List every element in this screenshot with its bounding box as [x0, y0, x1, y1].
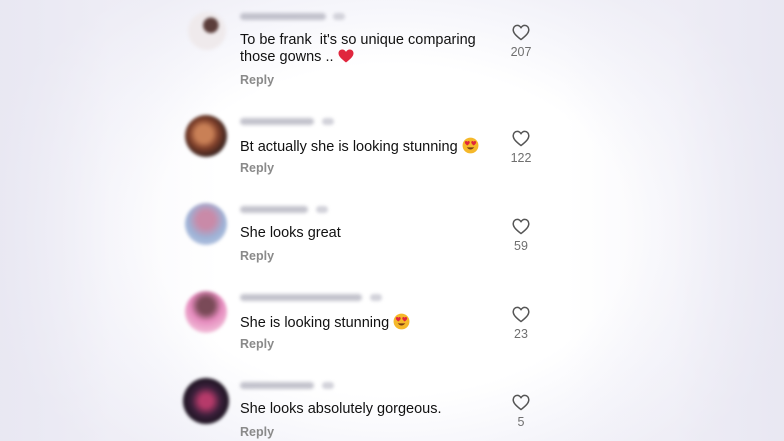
heart-outline-icon[interactable]	[503, 218, 539, 235]
avatar[interactable]	[185, 203, 227, 245]
avatar[interactable]	[185, 115, 227, 157]
heart-outline-icon[interactable]	[503, 306, 539, 323]
reply-button[interactable]: Reply	[240, 161, 274, 175]
timestamp-blurred	[333, 13, 345, 20]
avatar[interactable]	[183, 378, 229, 424]
red-heart-emoji	[338, 49, 354, 63]
like-count: 59	[514, 239, 528, 253]
like-count: 207	[510, 45, 532, 59]
username-blurred[interactable]	[240, 206, 308, 213]
background-vignette	[0, 0, 784, 441]
heart-outline-icon[interactable]	[503, 130, 539, 147]
comment-text: She looks great	[240, 225, 341, 241]
like-control: 207	[503, 24, 539, 59]
heart-outline-icon[interactable]	[503, 394, 539, 411]
comment-text: She looks absolutely gorgeous.	[240, 401, 442, 417]
avatar[interactable]	[188, 12, 226, 50]
like-count: 122	[510, 151, 532, 165]
timestamp-blurred	[370, 294, 382, 301]
timestamp-blurred	[316, 206, 328, 213]
username-blurred[interactable]	[240, 294, 362, 301]
heart-eyes-emoji	[462, 137, 479, 154]
username-blurred[interactable]	[240, 382, 314, 389]
avatar[interactable]	[185, 291, 227, 333]
reply-button[interactable]: Reply	[240, 337, 274, 351]
like-control: 122	[503, 130, 539, 165]
comment-text: She is looking stunning	[240, 313, 500, 332]
reply-button[interactable]: Reply	[240, 425, 274, 439]
comment-text: Bt actually she is looking stunning	[240, 137, 500, 156]
username-blurred[interactable]	[240, 118, 314, 125]
reply-button[interactable]: Reply	[240, 73, 274, 87]
comment-text: To be frank it's so unique comparing tho…	[240, 32, 480, 65]
heart-outline-icon[interactable]	[503, 24, 539, 41]
timestamp-blurred	[322, 382, 334, 389]
timestamp-blurred	[322, 118, 334, 125]
like-control: 5	[503, 394, 539, 429]
username-blurred[interactable]	[240, 13, 326, 20]
heart-eyes-emoji	[393, 313, 410, 330]
like-control: 59	[503, 218, 539, 253]
reply-button[interactable]: Reply	[240, 249, 274, 263]
like-count: 5	[517, 415, 525, 429]
like-control: 23	[503, 306, 539, 341]
like-count: 23	[514, 327, 528, 341]
